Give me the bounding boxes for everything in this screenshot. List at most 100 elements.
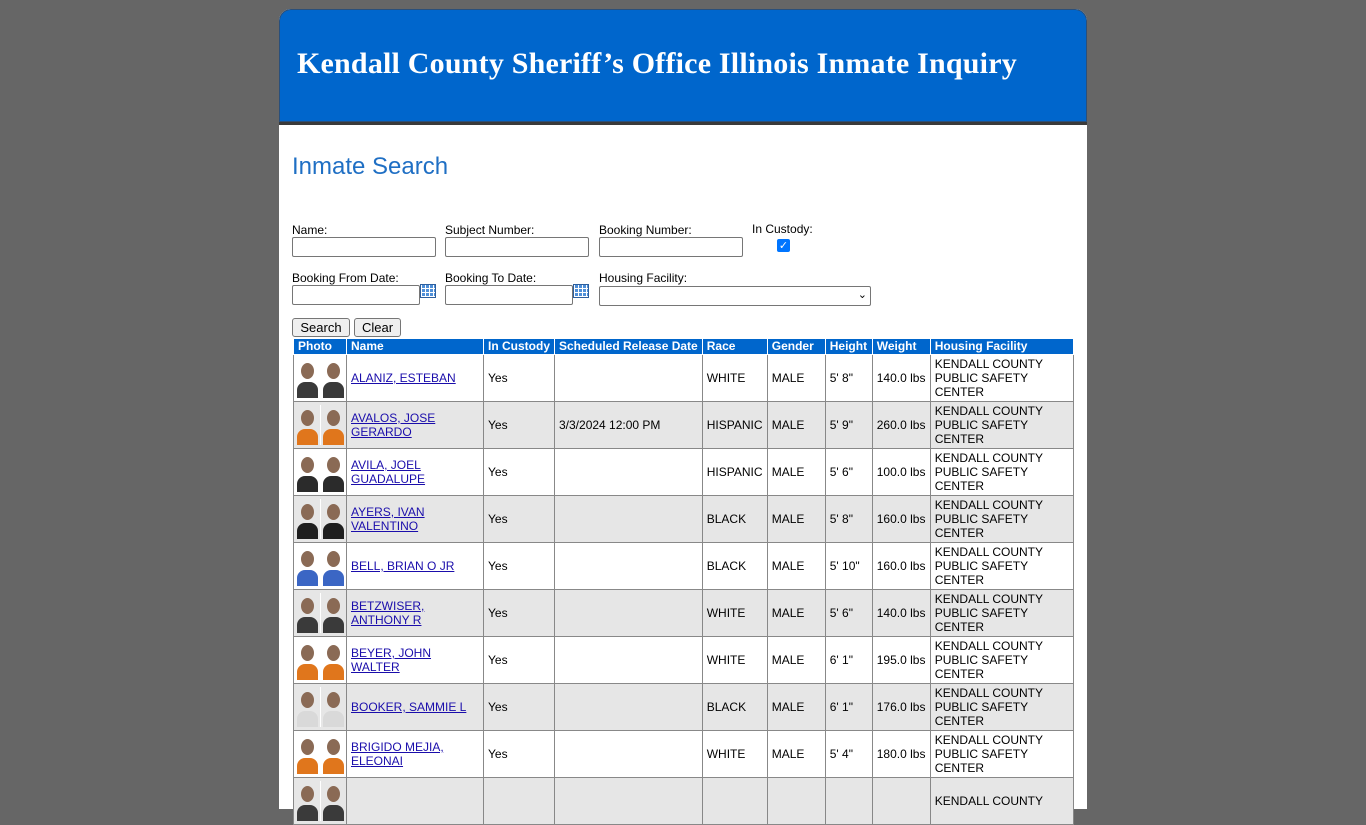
table-row: BEYER, JOHN WALTER Yes WHITE MALE 6' 1" 195.0… [293,636,1075,684]
height-cell: 5' 6" [824,448,873,496]
gender-cell: MALE [766,354,826,402]
housing-facility-select[interactable]: ⌄ [599,286,871,306]
subject-number-input[interactable] [445,237,589,257]
housing-facility-cell: KENDALL COUNTY [929,777,1075,825]
header-race[interactable]: Race [701,338,768,355]
in-custody-checkbox[interactable]: ✓ [777,239,790,252]
name-cell: BELL, BRIAN O JR [346,542,484,590]
mugshot-front [295,358,320,398]
mugshot-image[interactable] [295,781,345,821]
mugshot-front [295,687,320,727]
from-date-calendar-icon[interactable] [420,284,436,298]
in-custody-cell: Yes [483,354,555,402]
release-date-cell [554,542,703,590]
mugshot-image[interactable] [295,687,345,727]
booking-to-date-input[interactable] [445,285,573,305]
photo-cell [293,683,347,731]
gender-cell: MALE [766,542,826,590]
inmate-name-link[interactable]: ALANIZ, ESTEBAN [351,371,456,385]
inmate-name-link[interactable]: BELL, BRIAN O JR [351,559,454,573]
search-button[interactable]: Search [292,318,350,337]
name-cell: ALANIZ, ESTEBAN [346,354,484,402]
inmate-name-link[interactable]: AVILA, JOEL GUADALUPE [351,458,425,486]
header-housing-facility[interactable]: Housing Facility [929,338,1075,355]
housing-facility-cell: KENDALL COUNTY PUBLIC SAFETY CENTER [929,448,1075,496]
gender-cell: MALE [766,636,826,684]
mugshot-profile [319,405,346,445]
inmate-name-link[interactable]: BEYER, JOHN WALTER [351,646,431,674]
header-gender[interactable]: Gender [766,338,826,355]
table-row: BRIGIDO MEJIA, ELEONAI Yes WHITE MALE 5' 4" 1… [293,730,1075,778]
subject-number-label: Subject Number: [445,223,535,237]
mugshot-image[interactable] [295,452,345,492]
inmate-name-link[interactable]: BRIGIDO MEJIA, ELEONAI [351,740,444,768]
weight-cell: 180.0 lbs [871,730,931,778]
in-custody-cell: Yes [483,683,555,731]
to-date-calendar-icon[interactable] [573,284,589,298]
table-row: ALANIZ, ESTEBAN Yes WHITE MALE 5' 8" 140.0 lb… [293,354,1075,402]
in-custody-cell: Yes [483,542,555,590]
inmate-name-link[interactable]: AVALOS, JOSE GERARDO [351,411,435,439]
table-row: BETZWISER, ANTHONY R Yes WHITE MALE 5' 6" 140… [293,589,1075,637]
table-row: BOOKER, SAMMIE L Yes BLACK MALE 6' 1" 176.0 l… [293,683,1075,731]
weight-cell: 195.0 lbs [871,636,931,684]
header-photo[interactable]: Photo [293,338,347,355]
name-input[interactable] [292,237,436,257]
mugshot-image[interactable] [295,405,345,445]
release-date-cell: 3/3/2024 12:00 PM [554,401,703,449]
inmate-name-link[interactable]: BOOKER, SAMMIE L [351,700,466,714]
height-cell: 5' 8" [824,354,873,402]
inmate-name-link[interactable]: BETZWISER, ANTHONY R [351,599,424,627]
photo-cell [293,354,347,402]
name-label: Name: [292,223,328,237]
mugshot-front [295,499,320,539]
gender-cell: MALE [766,495,826,543]
header-name[interactable]: Name [346,338,484,355]
booking-number-label: Booking Number: [599,223,692,237]
header-weight[interactable]: Weight [871,338,931,355]
release-date-cell [554,777,703,825]
mugshot-image[interactable] [295,734,345,774]
table-row: AVILA, JOEL GUADALUPE Yes HISPANIC MALE 5' 6… [293,448,1075,496]
mugshot-image[interactable] [295,593,345,633]
mugshot-profile [319,358,346,398]
race-cell: WHITE [701,354,768,402]
booking-from-date-input[interactable] [292,285,420,305]
height-cell: 5' 6" [824,589,873,637]
results-body: ALANIZ, ESTEBAN Yes WHITE MALE 5' 8" 140.0 lb… [293,354,1075,825]
results-table: Photo Name In Custody Scheduled Release … [293,338,1075,825]
height-cell: 5' 9" [824,401,873,449]
photo-cell [293,542,347,590]
table-header-row: Photo Name In Custody Scheduled Release … [293,338,1075,355]
table-row: AYERS, IVAN VALENTINO Yes BLACK MALE 5' 8" 16… [293,495,1075,543]
mugshot-image[interactable] [295,499,345,539]
facility-field-group: Housing Facility: [599,271,687,285]
mugshot-image[interactable] [295,640,345,680]
housing-facility-cell: KENDALL COUNTY PUBLIC SAFETY CENTER [929,542,1075,590]
chevron-down-icon: ⌄ [857,288,867,301]
mugshot-profile [319,546,346,586]
height-cell: 5' 8" [824,495,873,543]
inmate-name-link[interactable]: AYERS, IVAN VALENTINO [351,505,425,533]
release-date-cell [554,354,703,402]
housing-facility-cell: KENDALL COUNTY PUBLIC SAFETY CENTER [929,495,1075,543]
mugshot-image[interactable] [295,358,345,398]
weight-cell: 140.0 lbs [871,589,931,637]
booking-to-date-label: Booking To Date: [445,271,537,285]
race-cell: BLACK [701,495,768,543]
mugshot-profile [319,687,346,727]
release-date-cell [554,448,703,496]
clear-button[interactable]: Clear [354,318,401,337]
name-cell: BETZWISER, ANTHONY R [346,589,484,637]
search-heading: Inmate Search [292,153,449,180]
gender-cell: MALE [766,401,826,449]
height-cell: 5' 4" [824,730,873,778]
booking-number-input[interactable] [599,237,743,257]
header-release-date[interactable]: Scheduled Release Date [554,338,703,355]
booking-from-date-label: Booking From Date: [292,271,399,285]
name-cell: AVILA, JOEL GUADALUPE [346,448,484,496]
header-in-custody[interactable]: In Custody [483,338,555,355]
weight-cell: 260.0 lbs [871,401,931,449]
header-height[interactable]: Height [824,338,873,355]
mugshot-image[interactable] [295,546,345,586]
